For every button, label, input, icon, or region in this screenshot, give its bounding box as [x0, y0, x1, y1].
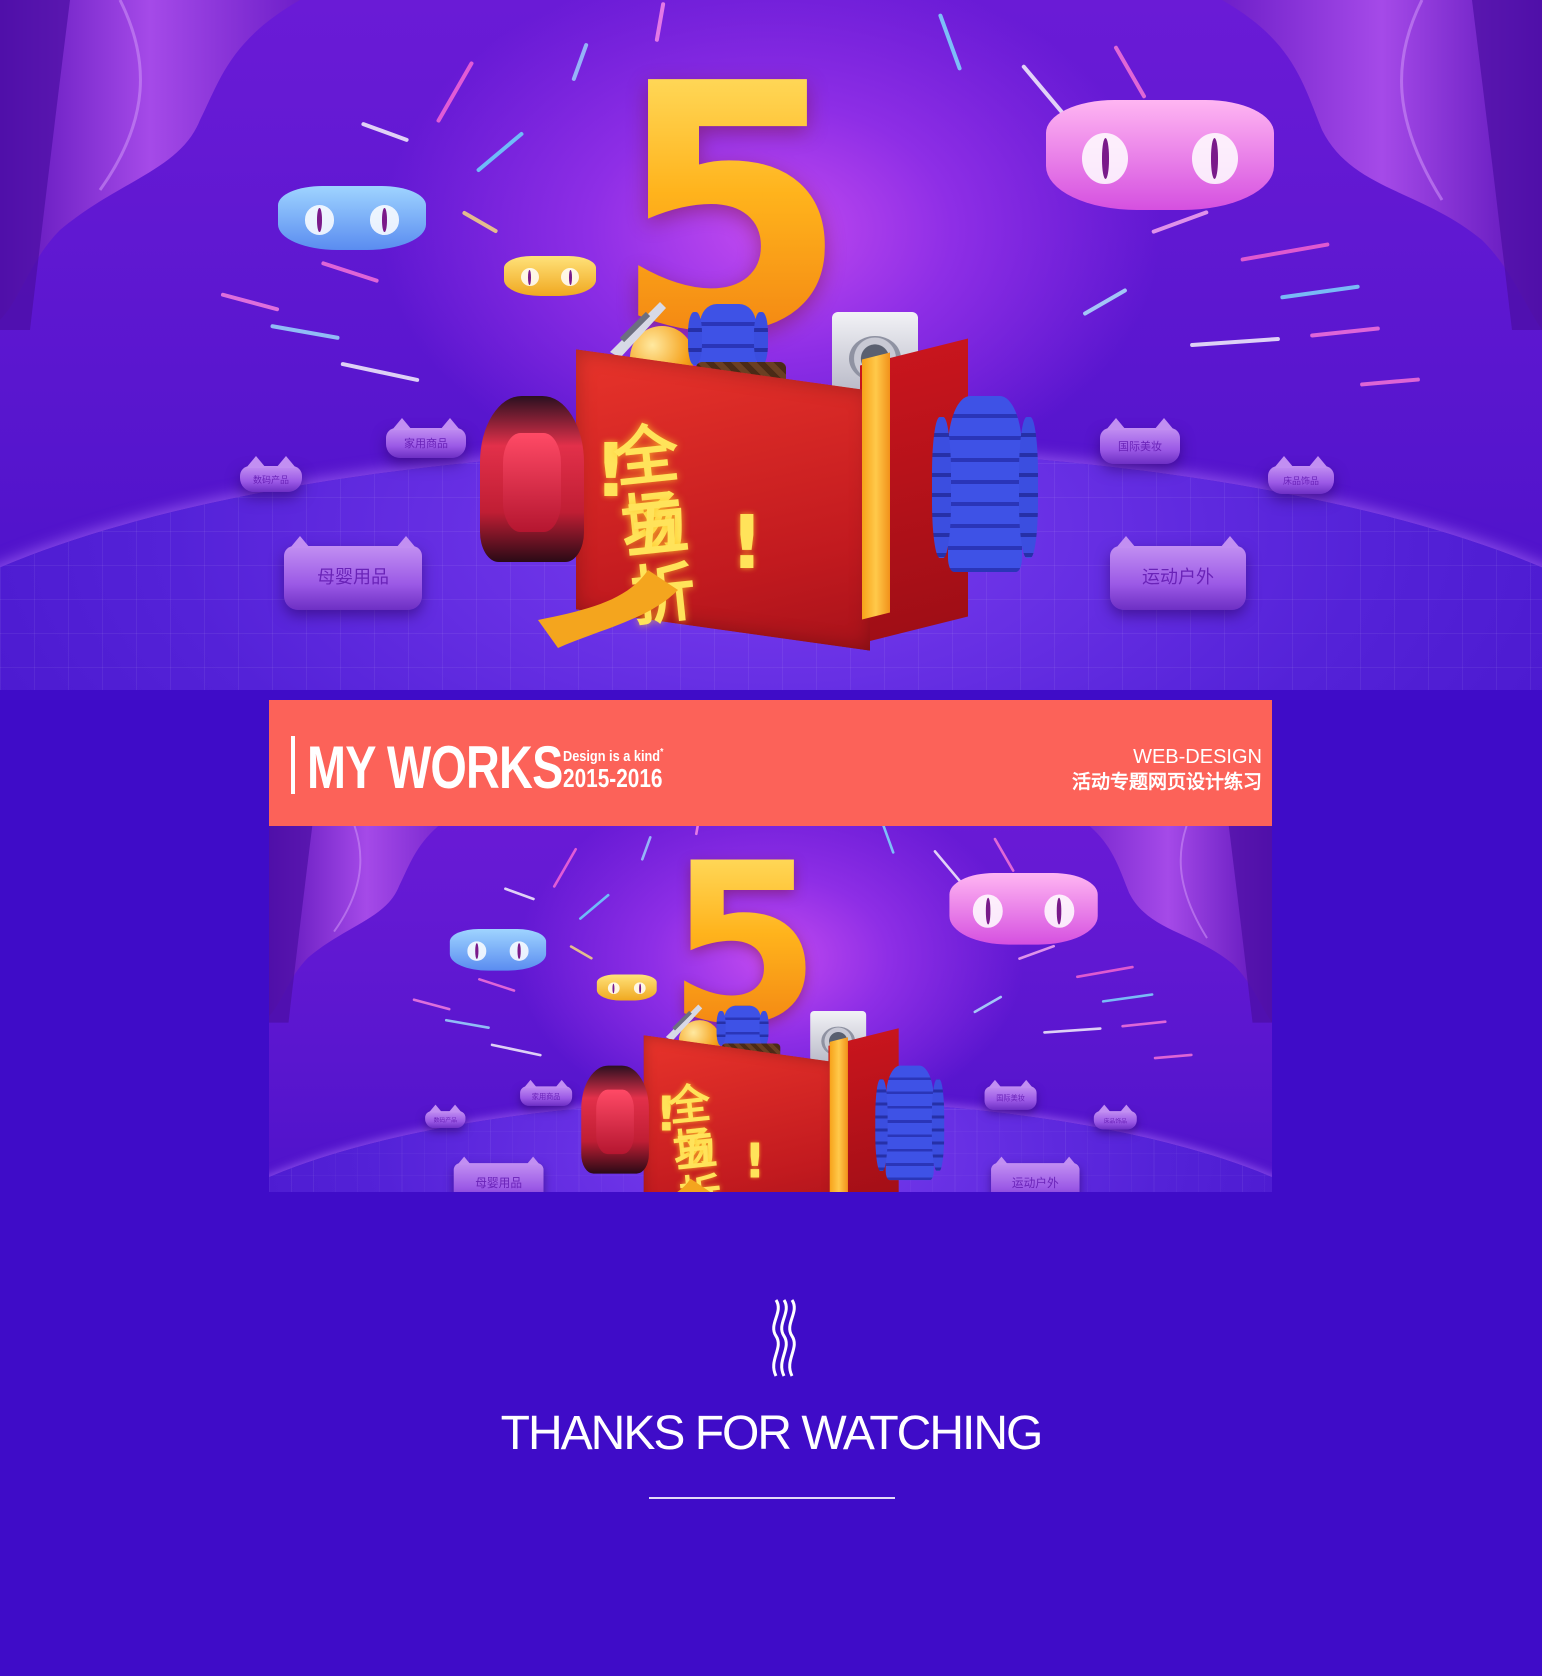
car-seat-product: [581, 1065, 649, 1174]
works-subtitle: 活动专题网页设计练习: [1071, 771, 1262, 793]
works-years: 2015-2016: [563, 763, 663, 793]
left-curtain: [0, 0, 300, 330]
small-jacket-product: [687, 304, 769, 370]
preview-scaled-hero: 5 ! 全场 五折 ! 家用商品 数码产品 母婴用品 国际美妆 床品饰品 运动户外: [269, 826, 1272, 1192]
pedestal-5: 床品饰品: [1268, 456, 1334, 494]
pedestal-label: 运动户外: [1011, 1176, 1059, 1191]
sparkle-ray: [640, 835, 652, 862]
iron-product: [610, 302, 666, 358]
down-jacket-product: [931, 396, 1039, 572]
sparkle-ray: [571, 42, 589, 82]
pedestal-label: 数码产品: [252, 476, 289, 486]
pedestal-label: 家用商品: [404, 437, 448, 450]
sparkle-ray: [973, 995, 1003, 1014]
right-curtain: [1089, 826, 1272, 1023]
title-divider: [291, 736, 295, 794]
pedestal-label: 床品饰品: [1282, 477, 1319, 487]
sparkle-ray: [1151, 209, 1209, 235]
sparkle-ray: [435, 60, 475, 124]
gift-ribbon: [829, 1037, 848, 1192]
blue-cat-balloon: [449, 928, 547, 971]
pedestal-label: 运动户外: [1142, 567, 1214, 588]
pedestal-3: 母婴用品: [453, 1156, 544, 1192]
sparkle-ray: [1113, 45, 1147, 99]
sparkle-ray: [490, 1043, 542, 1057]
pedestal-4: 国际美妆: [984, 1079, 1037, 1110]
car-seat-product: [480, 396, 584, 562]
pedestal-3: 母婴用品: [284, 536, 422, 610]
gift-ribbon: [862, 352, 890, 620]
left-curtain: [269, 826, 439, 1023]
sparkle-ray: [569, 944, 594, 961]
sparkle-ray: [503, 887, 536, 901]
sparkle-ray: [360, 121, 410, 143]
pedestal-label: 床品饰品: [1103, 1118, 1128, 1125]
down-jacket-product: [875, 1065, 945, 1181]
thanks-text: THANKS FOR WATCHING: [500, 1407, 1044, 1460]
pedestal-1: 家用商品: [386, 418, 466, 458]
sparkle-ray: [879, 826, 895, 855]
ribbon-tail: [677, 1178, 711, 1192]
pedestal-6: 运动户外: [1110, 536, 1246, 610]
pedestal-label: 母婴用品: [317, 567, 389, 588]
pedestal-2: 数码产品: [240, 456, 302, 492]
pedestal-label: 母婴用品: [475, 1176, 523, 1191]
pink-cat-balloon: [1046, 100, 1274, 210]
pedestal-label: 国际美妆: [996, 1094, 1025, 1103]
wave-lines-icon: [772, 1299, 796, 1377]
sparkle-ray: [552, 847, 578, 889]
pedestal-5: 床品饰品: [1093, 1104, 1137, 1130]
yellow-cat-balloon: [504, 256, 596, 296]
pedestal-label: 国际美妆: [1118, 440, 1162, 453]
sparkle-ray: [320, 260, 380, 284]
hero-banner-preview: 5 ! 全场 五折 ! 家用商品 数码产品 母婴用品 国际美妆 床品饰品 运动户外: [269, 826, 1272, 1192]
works-title: MY WORKS: [307, 734, 563, 801]
blue-cat-balloon: [278, 186, 426, 250]
hero-banner: 5 ! 全场 五折 ! 家用商品 数码产品 母婴用品 国际美妆 床品饰品 运动户外: [0, 0, 1542, 690]
ribbon-tail: [538, 570, 678, 648]
exclaim-right: !: [743, 1133, 766, 1190]
pedestal-label: 数码产品: [433, 1117, 457, 1125]
thanks-underline: [649, 1497, 895, 1499]
sparkle-ray: [477, 977, 516, 993]
works-category: WEB-DESIGN: [1133, 746, 1262, 768]
works-tagline-mark: *: [660, 747, 664, 758]
sparkle-ray: [1082, 287, 1128, 317]
hero-preview-thumbnail: 5 ! 全场 五折 ! 家用商品 数码产品 母婴用品 国际美妆 床品饰品 运动户外: [269, 826, 1272, 1192]
pink-cat-balloon: [949, 873, 1098, 945]
iron-product: [665, 1004, 703, 1041]
sparkle-ray: [993, 837, 1015, 873]
sparkle-ray: [1017, 944, 1056, 961]
yellow-cat-balloon: [596, 974, 657, 1001]
sparkle-ray: [578, 893, 611, 921]
sparkle-ray: [1359, 377, 1421, 387]
sparkle-ray: [475, 131, 525, 173]
small-jacket-product: [716, 1005, 769, 1049]
pedestal-1: 家用商品: [520, 1079, 573, 1106]
pedestal-6: 运动户外: [991, 1156, 1080, 1192]
sparkle-ray: [461, 210, 499, 234]
pedestal-4: 国际美妆: [1100, 418, 1180, 464]
exclaim-right: !: [730, 500, 764, 586]
pedestal-label: 家用商品: [531, 1092, 561, 1101]
sparkle-ray: [937, 13, 963, 71]
sparkle-ray: [1153, 1053, 1193, 1060]
works-header-bar: MY WORKS Design is a kind* 2015-2016 WEB…: [269, 700, 1272, 826]
sparkle-ray: [340, 361, 420, 383]
pedestal-2: 数码产品: [425, 1104, 466, 1129]
